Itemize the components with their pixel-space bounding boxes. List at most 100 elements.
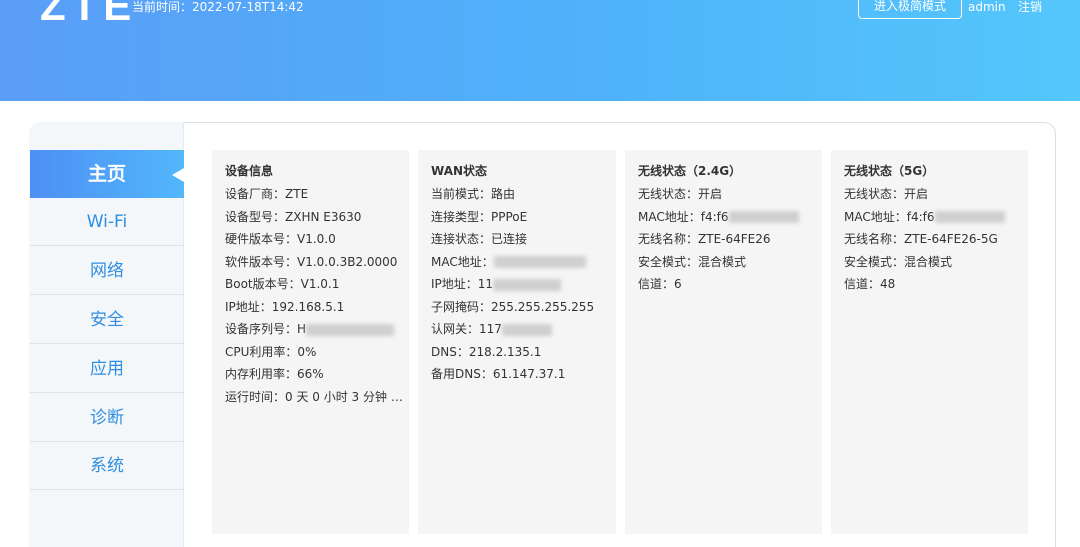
time-label: 当前时间： bbox=[132, 0, 193, 14]
info-row: 运行时间：0 天 0 小时 3 分钟 1... bbox=[225, 387, 409, 410]
info-row: MAC地址：f4:f6 bbox=[844, 207, 1028, 230]
logout-link[interactable]: 注销 bbox=[1018, 0, 1042, 14]
info-row: 无线状态：开启 bbox=[844, 184, 1028, 207]
simple-mode-button[interactable]: 进入极简模式 bbox=[858, 0, 962, 19]
info-key: 信道： bbox=[844, 277, 881, 291]
info-row: MAC地址：f4:f6 bbox=[638, 207, 822, 230]
info-row: CPU利用率：0% bbox=[225, 342, 409, 365]
info-value: H bbox=[297, 322, 307, 336]
info-key: 设备厂商： bbox=[225, 187, 286, 201]
info-key: 软件版本号： bbox=[225, 254, 298, 269]
wifi-24g-title: 无线状态（2.4G） bbox=[638, 164, 742, 178]
top-header: ZTE 当前时间：2022-07-18T14:42 进入极简模式 admin 注… bbox=[0, 0, 1080, 101]
info-key: MAC地址： bbox=[638, 209, 701, 224]
info-key: CPU利用率： bbox=[225, 344, 298, 359]
info-value: V1.0.0.3B2.0000 bbox=[297, 254, 398, 269]
sidebar-item-diagnosis[interactable]: 诊断 bbox=[30, 394, 184, 442]
sidebar-item-application[interactable]: 应用 bbox=[30, 345, 184, 393]
wifi-5g-title: 无线状态（5G） bbox=[844, 164, 935, 178]
info-value: 66% bbox=[297, 367, 324, 381]
info-row: Boot版本号：V1.0.1 bbox=[225, 274, 409, 297]
info-value: 混合模式 bbox=[904, 254, 953, 269]
info-key: DNS： bbox=[431, 344, 469, 359]
time-value: 2022-07-18T14:42 bbox=[192, 0, 304, 14]
info-key: 认网关： bbox=[431, 322, 480, 336]
info-value: 0% bbox=[297, 344, 317, 359]
info-key: 内存利用率： bbox=[225, 367, 298, 381]
info-row: IP地址：11 bbox=[431, 274, 616, 297]
info-value: 117 bbox=[479, 322, 502, 336]
active-arrow-icon bbox=[172, 168, 184, 182]
info-row: MAC地址： bbox=[431, 252, 616, 275]
info-value: 48 bbox=[880, 277, 896, 291]
info-value: 11 bbox=[477, 277, 494, 291]
info-key: 子网掩码： bbox=[431, 299, 492, 314]
info-key: Boot版本号： bbox=[225, 277, 301, 291]
info-row: 设备序列号：H bbox=[225, 319, 409, 342]
info-key: 连接类型： bbox=[431, 209, 492, 224]
sidebar-item-security[interactable]: 安全 bbox=[30, 296, 184, 344]
info-key: 无线名称： bbox=[638, 232, 699, 246]
user-name[interactable]: admin bbox=[968, 0, 1006, 14]
info-key: MAC地址： bbox=[844, 209, 907, 224]
redacted-blur bbox=[728, 211, 799, 223]
redacted-blur bbox=[306, 323, 395, 336]
info-row: 备用DNS：61.147.37.1 bbox=[431, 364, 616, 387]
info-value: 开启 bbox=[904, 187, 929, 201]
sidebar-item-wifi[interactable]: Wi-Fi bbox=[30, 198, 184, 246]
info-value: 255.255.255.255 bbox=[491, 299, 595, 314]
info-value: 6 bbox=[674, 277, 682, 291]
info-value: 0 天 0 小时 3 分钟 1... bbox=[285, 389, 409, 404]
info-row: 无线状态：开启 bbox=[638, 184, 822, 207]
device-info-panel: 设备信息 设备厂商：ZTE 设备型号：ZXHN E3630 硬件版本号：V1.0… bbox=[212, 150, 409, 534]
info-key: 运行时间： bbox=[225, 389, 286, 404]
info-row: IP地址：192.168.5.1 bbox=[225, 297, 409, 320]
info-row: 连接状态：已连接 bbox=[431, 229, 616, 252]
info-key: 安全模式： bbox=[638, 254, 699, 269]
info-key: 安全模式： bbox=[844, 254, 905, 269]
info-key: IP地址： bbox=[225, 299, 272, 314]
info-row: 信道：48 bbox=[844, 274, 1028, 297]
info-row: DNS：218.2.135.1 bbox=[431, 342, 616, 365]
info-row: 安全模式：混合模式 bbox=[638, 252, 822, 275]
info-key: IP地址： bbox=[431, 277, 478, 291]
info-value: 218.2.135.1 bbox=[468, 344, 542, 359]
info-value: PPPoE bbox=[491, 209, 528, 224]
sidebar-item-home[interactable]: 主页 bbox=[30, 150, 184, 198]
info-row: 信道：6 bbox=[638, 274, 822, 297]
current-time: 当前时间：2022-07-18T14:42 bbox=[132, 0, 304, 14]
info-value: 已连接 bbox=[491, 232, 528, 246]
info-row: 子网掩码：255.255.255.255 bbox=[431, 297, 616, 320]
info-key: 无线状态： bbox=[844, 187, 905, 201]
wan-status-title: WAN状态 bbox=[431, 164, 488, 178]
sidebar-item-system[interactable]: 系统 bbox=[30, 442, 184, 490]
redacted-blur bbox=[493, 256, 586, 268]
redacted-blur bbox=[493, 278, 562, 291]
wifi-5g-panel: 无线状态（5G） 无线状态：开启 MAC地址：f4:f6 无线名称：ZTE-64… bbox=[831, 150, 1028, 534]
info-key: 信道： bbox=[638, 277, 675, 291]
info-value: ZTE-64FE26-5G bbox=[904, 232, 998, 246]
info-value: 路由 bbox=[491, 187, 516, 201]
info-value: 开启 bbox=[698, 187, 723, 201]
info-row: 认网关：117 bbox=[431, 319, 616, 342]
info-value: 61.147.37.1 bbox=[492, 367, 566, 381]
info-row: 硬件版本号：V1.0.0 bbox=[225, 229, 409, 252]
info-key: 硬件版本号： bbox=[225, 232, 298, 246]
info-key: 当前模式： bbox=[431, 187, 492, 201]
info-row: 连接类型：PPPoE bbox=[431, 207, 616, 230]
info-row: 安全模式：混合模式 bbox=[844, 252, 1028, 275]
info-value: 192.168.5.1 bbox=[271, 299, 345, 314]
redacted-blur bbox=[934, 211, 1005, 223]
sidebar-item-network[interactable]: 网络 bbox=[30, 247, 184, 295]
info-value: f4:f6 bbox=[700, 209, 729, 224]
redacted-blur bbox=[501, 323, 552, 336]
info-row: 无线名称：ZTE-64FE26-5G bbox=[844, 229, 1028, 252]
info-key: 设备型号： bbox=[225, 209, 286, 224]
info-value: ZTE-64FE26 bbox=[698, 232, 771, 246]
info-key: 备用DNS： bbox=[431, 367, 493, 381]
wifi-24g-panel: 无线状态（2.4G） 无线状态：开启 MAC地址：f4:f6 无线名称：ZTE-… bbox=[625, 150, 822, 534]
info-row: 设备型号：ZXHN E3630 bbox=[225, 207, 409, 230]
info-value: 混合模式 bbox=[698, 254, 747, 269]
info-key: 设备序列号： bbox=[225, 322, 298, 336]
info-row: 无线名称：ZTE-64FE26 bbox=[638, 229, 822, 252]
